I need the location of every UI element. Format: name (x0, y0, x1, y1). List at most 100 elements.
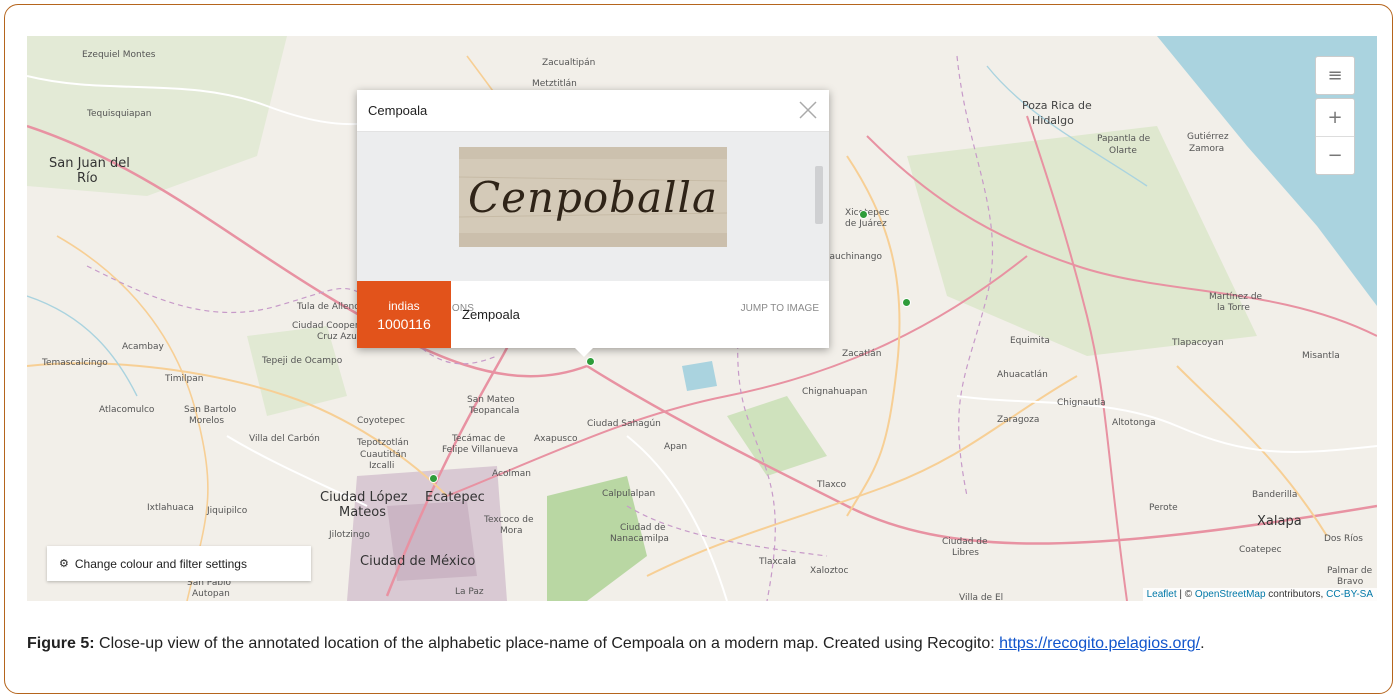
gear-icon: ⚙ (59, 558, 69, 570)
map-label: Ixtlahuaca (147, 503, 194, 513)
license-link[interactable]: CC-BY-SA (1326, 589, 1373, 600)
map-view[interactable]: Ezequiel Montes Zacualtipán Metztitlán T… (27, 36, 1377, 601)
layers-button[interactable]: ≡ (1316, 57, 1354, 94)
map-label: San Mateo (467, 395, 515, 405)
map-label: Papantla de (1097, 134, 1151, 144)
map-label: Morelos (189, 416, 225, 426)
map-label: Calpulalpan (602, 489, 656, 499)
leaflet-link[interactable]: Leaflet (1147, 589, 1177, 600)
badge-source: indias (388, 298, 420, 313)
map-label: Jilotzingo (329, 530, 370, 540)
map-label: Teopancala (469, 406, 520, 416)
layers-control[interactable]: ≡ (1315, 56, 1355, 95)
map-label: Martínez de (1209, 292, 1263, 302)
map-label: Ecatepec (425, 490, 485, 505)
map-label: Tlaxco (817, 480, 847, 490)
map-label: Tecámac de (452, 434, 506, 444)
map-label: San Bartolo (184, 405, 237, 415)
map-label: Felipe Villanueva (442, 445, 519, 455)
annotation-marker[interactable] (902, 298, 911, 307)
map-label: Apan (664, 442, 688, 452)
map-label: Ciudad de México (360, 554, 476, 569)
map-label: Gutiérrez (1187, 132, 1229, 142)
map-label: Izcalli (369, 461, 395, 471)
map-label: Texcoco de (484, 515, 534, 525)
figure-caption: Figure 5: Close-up view of the annotated… (27, 634, 1377, 653)
annotation-marker[interactable] (859, 210, 868, 219)
map-label: Zacualtipán (542, 58, 596, 68)
map-label: Acambay (122, 342, 164, 352)
map-label: Tepotzotlán (357, 438, 409, 448)
map-label: Autopan (192, 589, 230, 599)
map-label: Banderilla (1252, 490, 1298, 500)
map-label: Ciudad López (320, 490, 408, 505)
minor-road (626, 435, 728, 601)
popup-tip (575, 348, 593, 357)
map-label: Cuautitlán (360, 450, 407, 460)
change-settings-button[interactable]: ⚙ Change colour and filter settings (47, 546, 311, 581)
caption-label: Figure 5: (27, 635, 95, 652)
map-label: San Juan del (49, 156, 130, 171)
map-label: Zacatlán (842, 349, 882, 359)
river (27, 295, 138, 397)
forest-area (727, 396, 827, 476)
map-label: Villa de El (959, 593, 1004, 601)
map-label: Altotonga (1112, 418, 1156, 428)
zoom-in-button[interactable]: + (1316, 99, 1354, 137)
image-snippet[interactable]: Cenpoballa (459, 147, 727, 247)
annotation-marker[interactable] (586, 357, 595, 366)
vegetation-area (27, 36, 287, 196)
urban-area (387, 501, 477, 581)
lake (682, 361, 717, 391)
map-label: Timilpan (165, 374, 204, 384)
map-label: Río (77, 171, 98, 186)
zoom-out-button[interactable]: − (1316, 137, 1354, 174)
caption-text: Close-up view of the annotated location … (94, 635, 1000, 652)
recogito-link[interactable]: https://recogito.pelagios.org/ (999, 635, 1200, 652)
map-label: Tepeji de Ocampo (262, 356, 343, 366)
map-label: Chignahuapan (802, 387, 868, 397)
map-label: Axapusco (534, 434, 578, 444)
scrollbar-thumb[interactable] (815, 166, 823, 224)
place-popup: Cempoala Cenpoballa 1 OF 1 ANNOTAT (357, 90, 829, 357)
snippet-area: Cenpoballa 1 OF 1 ANNOTATIONS JUMP TO IM… (357, 132, 829, 314)
map-label: Bravo (1337, 577, 1364, 587)
caption-end: . (1200, 635, 1205, 652)
map-label: Chignautla (1057, 398, 1106, 408)
map-label: Zamora (1189, 144, 1225, 154)
handwritten-place-name: Cenpoballa (467, 172, 719, 222)
close-icon[interactable] (795, 97, 821, 123)
gazetteer-entry[interactable]: indias 1000116 Zempoala (357, 281, 829, 348)
map-label: Equimita (1010, 336, 1050, 346)
map-label: Palmar de (1327, 566, 1373, 576)
map-label: Zaragoza (997, 415, 1040, 425)
map-label: Ahuacatlán (997, 370, 1048, 380)
map-label: Nanacamilpa (610, 534, 669, 544)
map-label: Mora (500, 526, 523, 536)
map-label: Tula de Allende (297, 302, 366, 312)
annotation-marker[interactable] (429, 474, 438, 483)
map-label: Ezequiel Montes (82, 50, 156, 60)
map-label: Dos Ríos (1324, 534, 1363, 544)
snippet-scrollbar[interactable] (813, 152, 823, 246)
map-label: Ciudad de (620, 523, 666, 533)
map-label: Tequisquiapan (87, 109, 152, 119)
place-name: Zempoala (462, 307, 520, 322)
map-label: Temascalcingo (42, 358, 108, 368)
map-label: Xaloztoc (810, 566, 849, 576)
map-label: Xalapa (1257, 514, 1302, 529)
map-label: Villa del Carbón (249, 434, 320, 444)
settings-label: Change colour and filter settings (74, 556, 247, 571)
attribution-separator: | © (1176, 589, 1195, 600)
map-label: Metztitlán (532, 79, 577, 89)
badge-id: 1000116 (377, 315, 431, 332)
map-label: La Paz (455, 587, 484, 597)
map-label: Coatepec (1239, 545, 1282, 555)
map-label: Acolman (492, 469, 531, 479)
osm-link[interactable]: OpenStreetMap (1195, 589, 1266, 600)
map-label: Poza Rica de (1022, 99, 1092, 112)
gazetteer-badge: indias 1000116 (357, 281, 451, 348)
map-label: Jiquipilco (207, 506, 248, 516)
map-label: Libres (952, 548, 979, 558)
map-label: Tlaxcala (759, 557, 797, 567)
